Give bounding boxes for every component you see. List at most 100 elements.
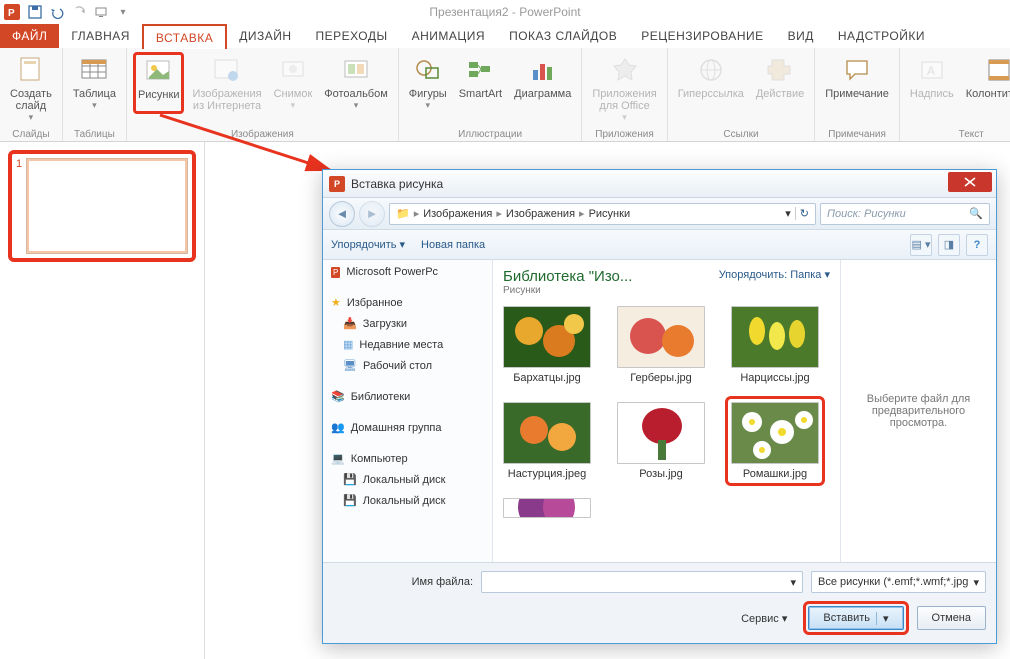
group-images: Рисунки Изображения из Интернета Снимок … xyxy=(127,48,399,141)
tree-favorites[interactable]: ★Избранное xyxy=(323,290,492,313)
chart-button[interactable]: Диаграмма xyxy=(510,52,575,113)
file-list[interactable]: Библиотека "Изо... Рисунки Упорядочить: … xyxy=(493,260,841,562)
tree-recent[interactable]: ▦Недавние места xyxy=(323,334,492,355)
chart-icon xyxy=(527,54,559,86)
screenshot-button[interactable]: Снимок ▾ xyxy=(270,52,317,114)
hyperlink-button[interactable]: Гиперссылка xyxy=(674,52,748,102)
breadcrumb-0[interactable]: Изображения xyxy=(423,208,492,220)
tree-computer[interactable]: 💻Компьютер xyxy=(323,446,492,469)
powerpoint-icon: P xyxy=(0,0,24,24)
slide-panel: 1 xyxy=(0,142,205,659)
shapes-icon xyxy=(412,54,444,86)
tab-review[interactable]: РЕЦЕНЗИРОВАНИЕ xyxy=(629,24,775,48)
file-name: Розы.jpg xyxy=(639,468,683,480)
pictures-label: Рисунки xyxy=(138,89,180,101)
address-bar[interactable]: 📁 ▸ Изображения ▸ Изображения ▸ Рисунки … xyxy=(389,203,816,225)
table-button[interactable]: Таблица ▾ xyxy=(69,52,120,113)
ribbon: Создать слайд ▾ Слайды Таблица ▾ Таблицы… xyxy=(0,48,1010,142)
redo-icon[interactable] xyxy=(68,1,90,23)
illustrations-group-label: Иллюстрации xyxy=(399,129,582,140)
tree-downloads[interactable]: 📥Загрузки xyxy=(323,313,492,334)
file-item-2[interactable]: Нарциссы.jpg xyxy=(731,306,819,384)
file-item-4[interactable]: Розы.jpg xyxy=(617,402,705,480)
group-links: Гиперссылка Действие Ссылки xyxy=(668,48,816,141)
tab-addins[interactable]: НАДСТРОЙКИ xyxy=(826,24,937,48)
tab-insert[interactable]: ВСТАВКА xyxy=(142,24,227,49)
online-pictures-button[interactable]: Изображения из Интернета xyxy=(188,52,265,114)
textbox-icon: A xyxy=(916,54,948,86)
textbox-button[interactable]: A Надпись xyxy=(906,52,958,102)
group-comments: Примечание Примечания xyxy=(815,48,900,141)
filename-input[interactable]: ▾ xyxy=(481,571,803,593)
arrange-by[interactable]: Упорядочить: Папка ▾ xyxy=(719,268,830,281)
group-tables: Таблица ▾ Таблицы xyxy=(63,48,127,141)
tree-libraries[interactable]: 📚Библиотеки xyxy=(323,384,492,407)
group-text: A Надпись Колонтитулы Текст xyxy=(900,48,1010,141)
hyperlink-label: Гиперссылка xyxy=(678,88,744,100)
smartart-button[interactable]: SmartArt xyxy=(455,52,506,113)
dialog-titlebar[interactable]: P Вставка рисунка xyxy=(323,170,996,198)
breadcrumb-2[interactable]: Рисунки xyxy=(589,208,631,220)
pictures-button[interactable]: Рисунки xyxy=(133,52,185,114)
preview-pane-button[interactable]: ◨ xyxy=(938,234,960,256)
organize-button[interactable]: Упорядочить ▾ xyxy=(331,238,405,251)
table-label: Таблица xyxy=(73,88,116,100)
qat-dropdown-icon[interactable]: ▾ xyxy=(112,1,134,23)
smartart-icon xyxy=(464,54,496,86)
folder-icon: 📁 xyxy=(396,207,410,220)
tree-local2[interactable]: 💾Локальный диск xyxy=(323,490,492,511)
comment-button[interactable]: Примечание xyxy=(821,52,893,102)
headerfooter-button[interactable]: Колонтитулы xyxy=(962,52,1010,102)
file-item-1[interactable]: Герберы.jpg xyxy=(617,306,705,384)
search-box[interactable]: Поиск: Рисунки 🔍 xyxy=(820,203,990,225)
nav-forward-button[interactable]: ► xyxy=(359,201,385,227)
file-thumb xyxy=(503,498,591,518)
folder-tree[interactable]: PMicrosoft PowerPс ★Избранное 📥Загрузки … xyxy=(323,260,493,562)
quick-access-toolbar: P ▾ Презентация2 - PowerPoint xyxy=(0,0,1010,24)
close-button[interactable] xyxy=(948,172,992,192)
file-item-0[interactable]: Бархатцы.jpg xyxy=(503,306,591,384)
tab-file[interactable]: ФАЙЛ xyxy=(0,24,59,48)
tree-ms-powerpoint[interactable]: PMicrosoft PowerPс xyxy=(323,260,492,282)
tab-design[interactable]: ДИЗАЙН xyxy=(227,24,303,48)
headerfooter-icon xyxy=(983,54,1010,86)
view-menu-button[interactable]: ▤ ▾ xyxy=(910,234,932,256)
comment-label: Примечание xyxy=(825,88,889,100)
photo-album-button[interactable]: Фотоальбом ▾ xyxy=(320,52,392,114)
tab-view[interactable]: ВИД xyxy=(776,24,826,48)
file-item-3[interactable]: Настурция.jpeg xyxy=(503,402,591,480)
file-thumb xyxy=(731,306,819,368)
file-item-partial[interactable] xyxy=(503,498,591,518)
tree-desktop[interactable]: 🖥Рабочий стол xyxy=(323,355,492,376)
tree-local1[interactable]: 💾Локальный диск xyxy=(323,469,492,490)
start-from-beginning-icon[interactable] xyxy=(90,1,112,23)
apps-button[interactable]: Приложения для Office ▾ xyxy=(588,52,660,125)
slide-thumbnail-1[interactable]: 1 xyxy=(8,150,196,262)
file-name: Герберы.jpg xyxy=(630,372,692,384)
shapes-button[interactable]: Фигуры ▾ xyxy=(405,52,451,113)
tab-transitions[interactable]: ПЕРЕХОДЫ xyxy=(304,24,400,48)
file-item-5[interactable]: Ромашки.jpg xyxy=(731,402,819,480)
tab-animation[interactable]: АНИМАЦИЯ xyxy=(400,24,497,48)
tree-homegroup[interactable]: 👥Домашняя группа xyxy=(323,415,492,438)
slide-preview xyxy=(26,158,188,254)
new-folder-button[interactable]: Новая папка xyxy=(421,239,485,251)
save-icon[interactable] xyxy=(24,1,46,23)
tools-button[interactable]: Сервис ▾ xyxy=(741,612,787,625)
dialog-body: PMicrosoft PowerPс ★Избранное 📥Загрузки … xyxy=(323,260,996,562)
insert-picture-dialog: P Вставка рисунка ◄ ► 📁 ▸ Изображения ▸ … xyxy=(322,169,997,644)
help-button[interactable]: ? xyxy=(966,234,988,256)
new-slide-button[interactable]: Создать слайд ▾ xyxy=(6,52,56,125)
tab-home[interactable]: ГЛАВНАЯ xyxy=(59,24,142,48)
online-pictures-label: Изображения из Интернета xyxy=(192,88,261,112)
chart-label: Диаграмма xyxy=(514,88,571,100)
filter-combo[interactable]: Все рисунки (*.emf;*.wmf;*.jpg▾ xyxy=(811,571,986,593)
undo-icon[interactable] xyxy=(46,1,68,23)
nav-back-button[interactable]: ◄ xyxy=(329,201,355,227)
tab-slideshow[interactable]: ПОКАЗ СЛАЙДОВ xyxy=(497,24,629,48)
action-button[interactable]: Действие xyxy=(752,52,808,102)
breadcrumb-1[interactable]: Изображения xyxy=(506,208,575,220)
shapes-label: Фигуры xyxy=(409,88,447,100)
cancel-button[interactable]: Отмена xyxy=(917,606,986,630)
insert-button[interactable]: Вставить▾ xyxy=(808,606,903,630)
